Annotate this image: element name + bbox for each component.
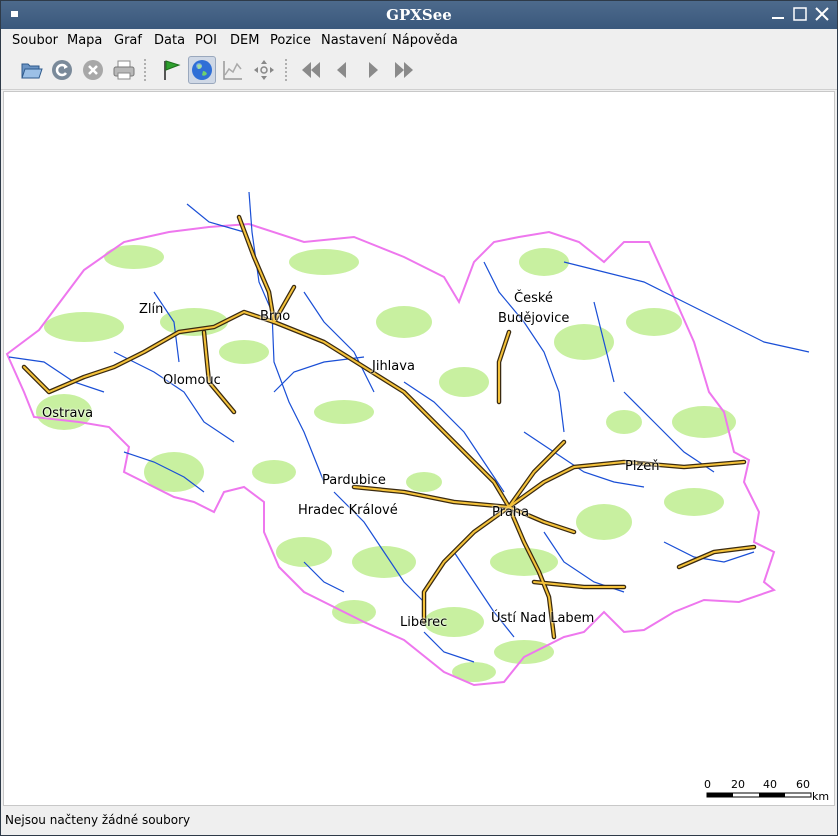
previous-button[interactable]: [328, 56, 356, 84]
print-button[interactable]: [110, 56, 138, 84]
minimize-icon[interactable]: [771, 7, 785, 21]
last-button[interactable]: [390, 56, 418, 84]
close-file-icon: [83, 60, 103, 80]
city-label: Ostrava: [42, 406, 94, 421]
city-label: Zlín: [139, 302, 164, 317]
title-bar[interactable]: GPXSee: [1, 1, 837, 29]
scale-bar: [706, 792, 812, 798]
map-canvas[interactable]: [4, 92, 835, 806]
show-graphs-button[interactable]: [219, 56, 247, 84]
menu-data[interactable]: Data: [154, 33, 185, 48]
scale-tick-label: 60: [796, 778, 810, 791]
print-icon: [113, 60, 135, 80]
show-poi-button[interactable]: [157, 56, 185, 84]
menu-poi[interactable]: POI: [195, 33, 217, 48]
position-icon: [254, 60, 274, 80]
city-label: Jihlava: [372, 359, 415, 374]
close-icon[interactable]: [815, 7, 829, 21]
status-message: Nejsou načteny žádné soubory: [5, 813, 191, 827]
menu-mapa[interactable]: Mapa: [67, 33, 102, 48]
previous-icon: [337, 62, 346, 78]
scale-tick-label: 0: [704, 778, 711, 791]
toolbar-separator: [285, 59, 287, 81]
last-icon: [395, 62, 413, 78]
reload-button[interactable]: [48, 56, 76, 84]
open-icon: [21, 63, 43, 79]
show-graphs-icon: [223, 61, 242, 80]
close-file-button[interactable]: [79, 56, 107, 84]
first-icon: [302, 62, 320, 78]
menu-dem[interactable]: DEM: [230, 33, 259, 48]
app-window: GPXSee Soubor Mapa Graf Data POI DEM Poz…: [0, 0, 838, 836]
city-label: Brno: [260, 309, 291, 324]
city-label: Ústí Nad Labem: [491, 611, 595, 626]
show-poi-icon: [164, 60, 181, 80]
city-label: Olomouc: [163, 373, 221, 388]
menu-soubor[interactable]: Soubor: [12, 33, 58, 48]
menu-bar: Soubor Mapa Graf Data POI DEM Pozice Nas…: [1, 29, 837, 51]
city-label: Praha: [492, 505, 530, 520]
map-view[interactable]: Zlín Brno České Budějovice Olomouc Jihla…: [3, 91, 835, 806]
menu-nastaveni[interactable]: Nastavení: [321, 33, 386, 48]
toolbar: [1, 53, 837, 90]
city-label: České: [514, 291, 553, 306]
city-label: Budějovice: [498, 311, 570, 326]
menu-napoveda[interactable]: Nápověda: [392, 33, 458, 48]
position-button[interactable]: [250, 56, 278, 84]
reload-icon: [52, 60, 72, 80]
first-button[interactable]: [297, 56, 325, 84]
city-label: Plzeň: [625, 459, 660, 474]
toolbar-separator: [144, 59, 146, 81]
scale-unit: km: [812, 790, 830, 803]
city-label: Liberec: [400, 615, 448, 630]
scale-tick-label: 20: [731, 778, 745, 791]
show-map-icon: [192, 60, 212, 80]
next-button[interactable]: [359, 56, 387, 84]
city-label: Hradec Králové: [298, 503, 398, 518]
city-label: Pardubice: [322, 473, 386, 488]
window-title: GPXSee: [386, 6, 452, 24]
scale-tick-label: 40: [763, 778, 777, 791]
status-bar: Nejsou načteny žádné soubory: [1, 809, 837, 835]
open-button[interactable]: [17, 56, 45, 84]
menu-pozice[interactable]: Pozice: [270, 33, 311, 48]
next-icon: [369, 62, 378, 78]
maximize-icon[interactable]: [793, 7, 807, 21]
menu-graf[interactable]: Graf: [114, 33, 142, 48]
show-map-button[interactable]: [188, 56, 216, 84]
country-border: [5, 222, 777, 687]
